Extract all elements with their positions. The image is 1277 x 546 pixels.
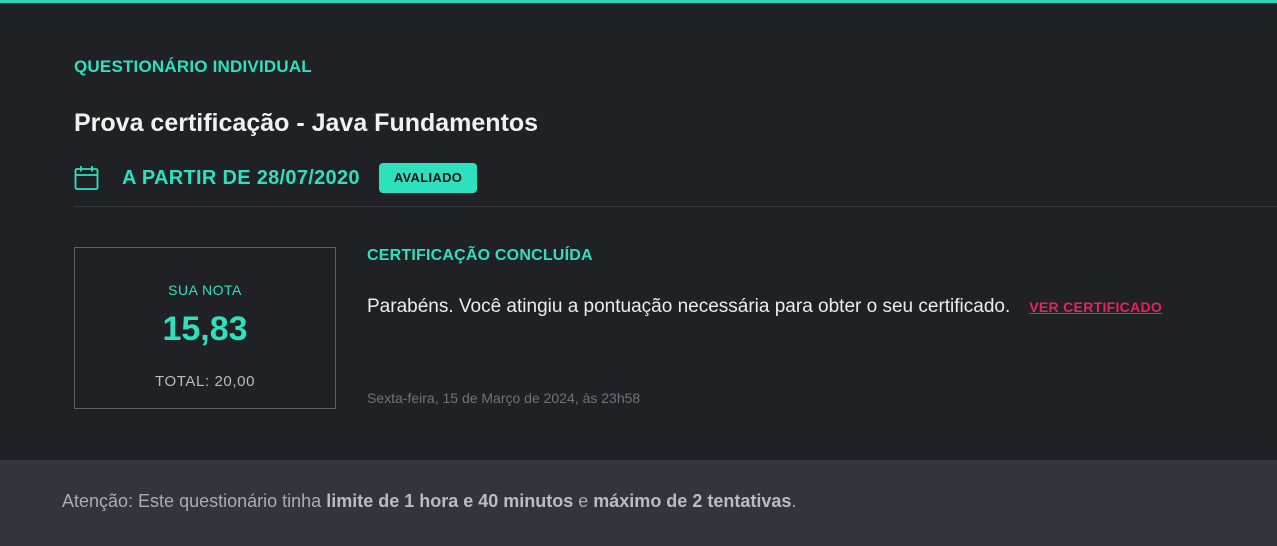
footer-suffix: .: [791, 491, 797, 511]
certification-message-row: Parabéns. Você atingiu a pontuação neces…: [367, 296, 1162, 318]
questionnaire-card: QUESTIONÁRIO INDIVIDUAL Prova certificaç…: [0, 0, 1277, 546]
calendar-icon: [74, 166, 99, 190]
score-total: TOTAL: 20,00: [154, 373, 256, 390]
page-title: Prova certificação - Java Fundamentos: [74, 109, 539, 137]
footer-notice-text: Atenção: Este questionário tinha limite …: [62, 491, 796, 512]
time-limit: limite de 1 hora e 40 minutos: [326, 491, 574, 511]
completion-timestamp: Sexta-feira, 15 de Março de 2024, às 23h…: [367, 390, 641, 406]
top-accent-bar: [0, 0, 1277, 3]
divider: [74, 206, 1277, 207]
status-badge: AVALIADO: [378, 163, 478, 193]
availability-date: A PARTIR DE 28/07/2020: [122, 166, 360, 189]
certification-status: CERTIFICAÇÃO CONCLUÍDA: [367, 247, 593, 264]
score-label: SUA NOTA: [168, 282, 242, 298]
score-panel: SUA NOTA 15,83 TOTAL: 20,00: [74, 247, 336, 409]
footer-prefix: Atenção: Este questionário tinha: [62, 491, 327, 511]
certification-message: Parabéns. Você atingiu a pontuação neces…: [367, 296, 1011, 317]
view-certificate-link[interactable]: VER CERTIFICADO: [1029, 299, 1162, 315]
score-value: 15,83: [162, 310, 248, 348]
footer-middle: e: [573, 491, 594, 511]
availability-row: A PARTIR DE 28/07/2020 AVALIADO: [74, 162, 478, 194]
questionnaire-type: QUESTIONÁRIO INDIVIDUAL: [74, 57, 312, 76]
max-attempts: máximo de 2 tentativas: [593, 491, 792, 511]
footer-notice: Atenção: Este questionário tinha limite …: [0, 460, 1277, 546]
